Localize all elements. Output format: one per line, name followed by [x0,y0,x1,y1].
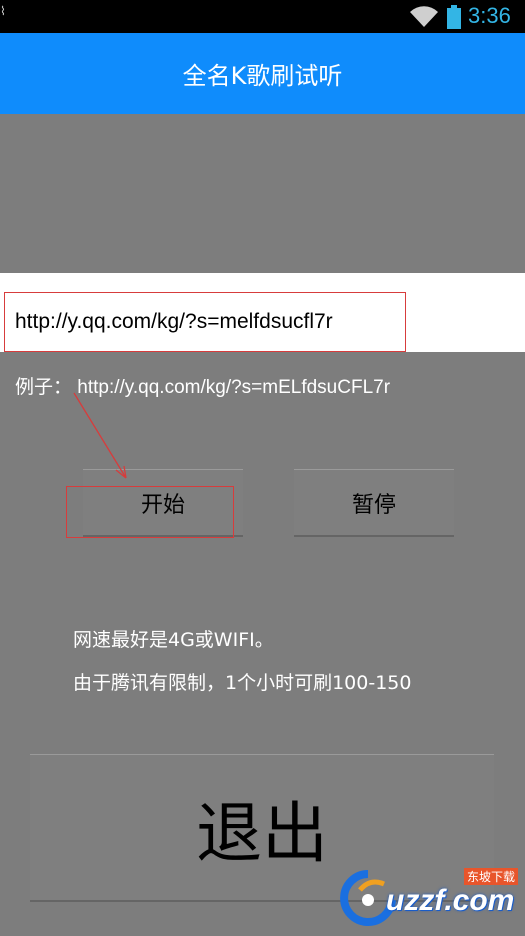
wifi-icon [410,6,438,28]
battery-icon [447,5,461,29]
note-network: 网速最好是4G或WIFI。 [73,629,274,651]
exit-button-label: 退出 [196,794,328,872]
app-bar: 全名K歌刷试听 [0,33,525,114]
pause-button-label: 暂停 [351,492,396,518]
pause-button[interactable]: 暂停 [294,469,454,537]
watermark-tagline: 东坡下载 [464,868,519,885]
status-clock: 3:36 [468,3,511,28]
status-bar: ⌇ 3:36 [0,0,525,33]
example-hint: 例子： http://y.qq.com/kg/?s=mELfdsuCFL7r [15,377,391,398]
notification-icon: ⌇ [0,4,6,18]
url-input[interactable] [4,292,406,352]
app-title: 全名K歌刷试听 [182,62,343,90]
annotation-box [66,486,234,538]
watermark-text: uzzf.com [386,884,515,917]
note-limit: 由于腾讯有限制，1个小时可刷100-150 [73,672,412,694]
uzzf-watermark-logo: 东坡下载 uzzf.com [340,866,520,928]
